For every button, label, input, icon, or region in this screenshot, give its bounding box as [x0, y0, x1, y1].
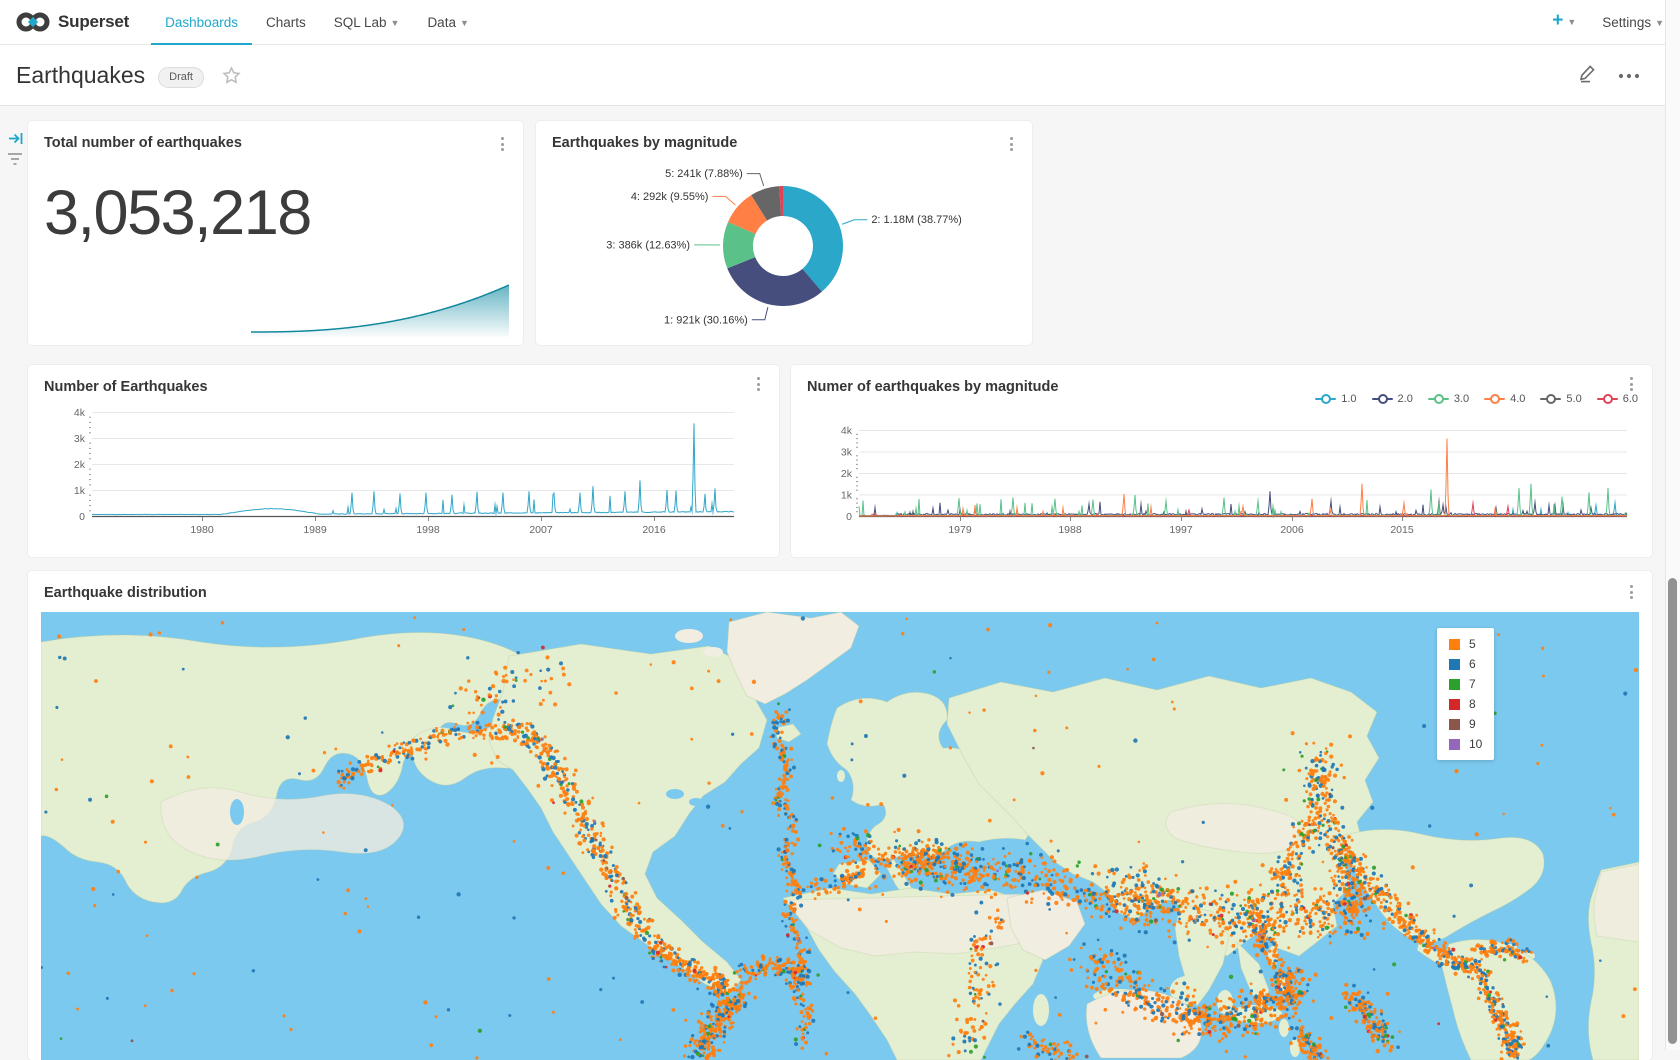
- world-map[interactable]: 5 6 7 8 9 10: [41, 612, 1639, 1060]
- nav-tab-sql-lab[interactable]: SQL Lab▼: [320, 0, 414, 45]
- legend-label: 9: [1469, 717, 1476, 731]
- legend-item-1.0[interactable]: 1.0: [1315, 393, 1356, 405]
- legend-label: 2.0: [1398, 393, 1413, 405]
- legend-label: 6: [1469, 657, 1476, 671]
- legend-label: 1.0: [1341, 393, 1356, 405]
- legend-label: 5.0: [1566, 393, 1581, 405]
- edit-dashboard-icon[interactable]: [1578, 63, 1598, 88]
- map-legend-item-7: 7: [1449, 677, 1482, 691]
- chart-title: Number of Earthquakes: [44, 379, 208, 395]
- card-earthquake-distribution: Earthquake distribution 5 6 7 8 9 10: [28, 571, 1652, 1060]
- status-badge: Draft: [158, 67, 204, 88]
- legend-color-swatch: [1449, 659, 1460, 670]
- legend-color-swatch: [1449, 639, 1460, 650]
- legend-item-6.0[interactable]: 6.0: [1597, 393, 1638, 405]
- card-total-number-of-earthquakes: Total number of earthquakes 3,053,218: [28, 121, 523, 345]
- chart-kebab-menu-icon[interactable]: [1624, 583, 1638, 601]
- top-navbar: Superset Dashboards Charts SQL Lab▼ Data…: [0, 0, 1680, 45]
- map-legend-item-5: 5: [1449, 637, 1482, 651]
- favorite-star-icon[interactable]: [222, 66, 241, 90]
- donut-slice-label: 3: 386k (12.63%): [606, 239, 690, 251]
- page-title: Earthquakes: [16, 62, 145, 89]
- filter-icon[interactable]: [7, 152, 23, 171]
- legend-label: 8: [1469, 697, 1476, 711]
- scrollbar-thumb[interactable]: [1668, 578, 1677, 1044]
- legend-line-marker-icon: [1428, 394, 1449, 404]
- map-legend-item-8: 8: [1449, 697, 1482, 711]
- legend-label: 3.0: [1454, 393, 1469, 405]
- nav-tab-dashboards[interactable]: Dashboards: [151, 0, 252, 45]
- chart-title: Earthquake distribution: [44, 585, 207, 601]
- legend-color-swatch: [1449, 699, 1460, 710]
- map-legend-item-9: 9: [1449, 717, 1482, 731]
- legend-line-marker-icon: [1315, 394, 1336, 404]
- donut-chart[interactable]: 2: 1.18M (38.77%) 1: 921k (30.16%) 3: 386k…: [536, 157, 1032, 339]
- legend-label: 10: [1469, 737, 1482, 751]
- trend-sparkline: [251, 275, 509, 337]
- chevron-down-icon: ▼: [1567, 17, 1576, 27]
- donut-label-connector: [747, 174, 764, 186]
- legend-label: 6.0: [1623, 393, 1638, 405]
- legend-color-swatch: [1449, 719, 1460, 730]
- donut-slice-label: 1: 921k (30.16%): [664, 314, 748, 326]
- dashboard-header: Earthquakes Draft: [0, 45, 1680, 106]
- superset-logo-brand[interactable]: Superset: [16, 11, 129, 33]
- map-magnitude-legend: 5 6 7 8 9 10: [1437, 628, 1494, 760]
- chevron-down-icon: ▼: [1655, 18, 1664, 28]
- chart-title: Earthquakes by magnitude: [552, 135, 737, 151]
- page-scrollbar: [1665, 0, 1680, 1050]
- more-actions-icon[interactable]: [1618, 66, 1640, 84]
- big-number-value: 3,053,218: [44, 177, 311, 249]
- superset-logo-icon: [16, 11, 50, 33]
- line-chart: [44, 399, 763, 549]
- legend-line-marker-icon: [1372, 394, 1393, 404]
- legend-line-marker-icon: [1484, 394, 1505, 404]
- legend-label: 4.0: [1510, 393, 1525, 405]
- map-legend-item-10: 10: [1449, 737, 1482, 751]
- legend-label: 7: [1469, 677, 1476, 691]
- legend-color-swatch: [1449, 679, 1460, 690]
- donut-slice-label: 4: 292k (9.55%): [631, 191, 709, 203]
- nav-tab-data[interactable]: Data▼: [413, 0, 482, 45]
- brand-title: Superset: [58, 12, 129, 32]
- chart-kebab-menu-icon[interactable]: [495, 135, 509, 153]
- donut-slice-label: 2: 1.18M (38.77%): [871, 214, 962, 226]
- legend-item-2.0[interactable]: 2.0: [1372, 393, 1413, 405]
- map-legend-item-6: 6: [1449, 657, 1482, 671]
- chart-kebab-menu-icon[interactable]: [1624, 375, 1638, 393]
- card-number-of-earthquakes: Number of Earthquakes: [28, 365, 779, 557]
- card-numer-of-earthquakes-by-magnitude: Numer of earthquakes by magnitude 1.0 2.0…: [791, 365, 1652, 557]
- multi-line-chart: [807, 399, 1636, 549]
- new-item-button[interactable]: +▼: [1552, 0, 1576, 46]
- donut-label-connector: [712, 196, 735, 204]
- chevron-down-icon: ▼: [460, 18, 469, 28]
- card-earthquakes-by-magnitude: Earthquakes by magnitude 2: 1.18M (38.77…: [536, 121, 1032, 345]
- legend-item-5.0[interactable]: 5.0: [1540, 393, 1581, 405]
- legend-label: 5: [1469, 637, 1476, 651]
- chart-title: Numer of earthquakes by magnitude: [807, 379, 1058, 395]
- legend-item-3.0[interactable]: 3.0: [1428, 393, 1469, 405]
- legend-item-4.0[interactable]: 4.0: [1484, 393, 1525, 405]
- chart-title: Total number of earthquakes: [44, 135, 242, 151]
- chart-kebab-menu-icon[interactable]: [751, 375, 765, 393]
- donut-label-connector: [752, 307, 768, 320]
- legend-line-marker-icon: [1597, 394, 1618, 404]
- nav-tab-charts[interactable]: Charts: [252, 0, 320, 45]
- settings-menu[interactable]: Settings▼: [1602, 15, 1664, 30]
- chart-legend: 1.0 2.0 3.0 4.0 5.0 6.0: [1315, 393, 1638, 405]
- chevron-down-icon: ▼: [391, 18, 400, 28]
- expand-filter-bar-icon[interactable]: [8, 130, 25, 152]
- earthquake-scatter-layer: [41, 612, 1639, 1060]
- chart-kebab-menu-icon[interactable]: [1004, 135, 1018, 153]
- donut-slice-label: 5: 241k (7.88%): [665, 168, 743, 180]
- donut-label-connector: [842, 220, 867, 224]
- legend-color-swatch: [1449, 739, 1460, 750]
- legend-line-marker-icon: [1540, 394, 1561, 404]
